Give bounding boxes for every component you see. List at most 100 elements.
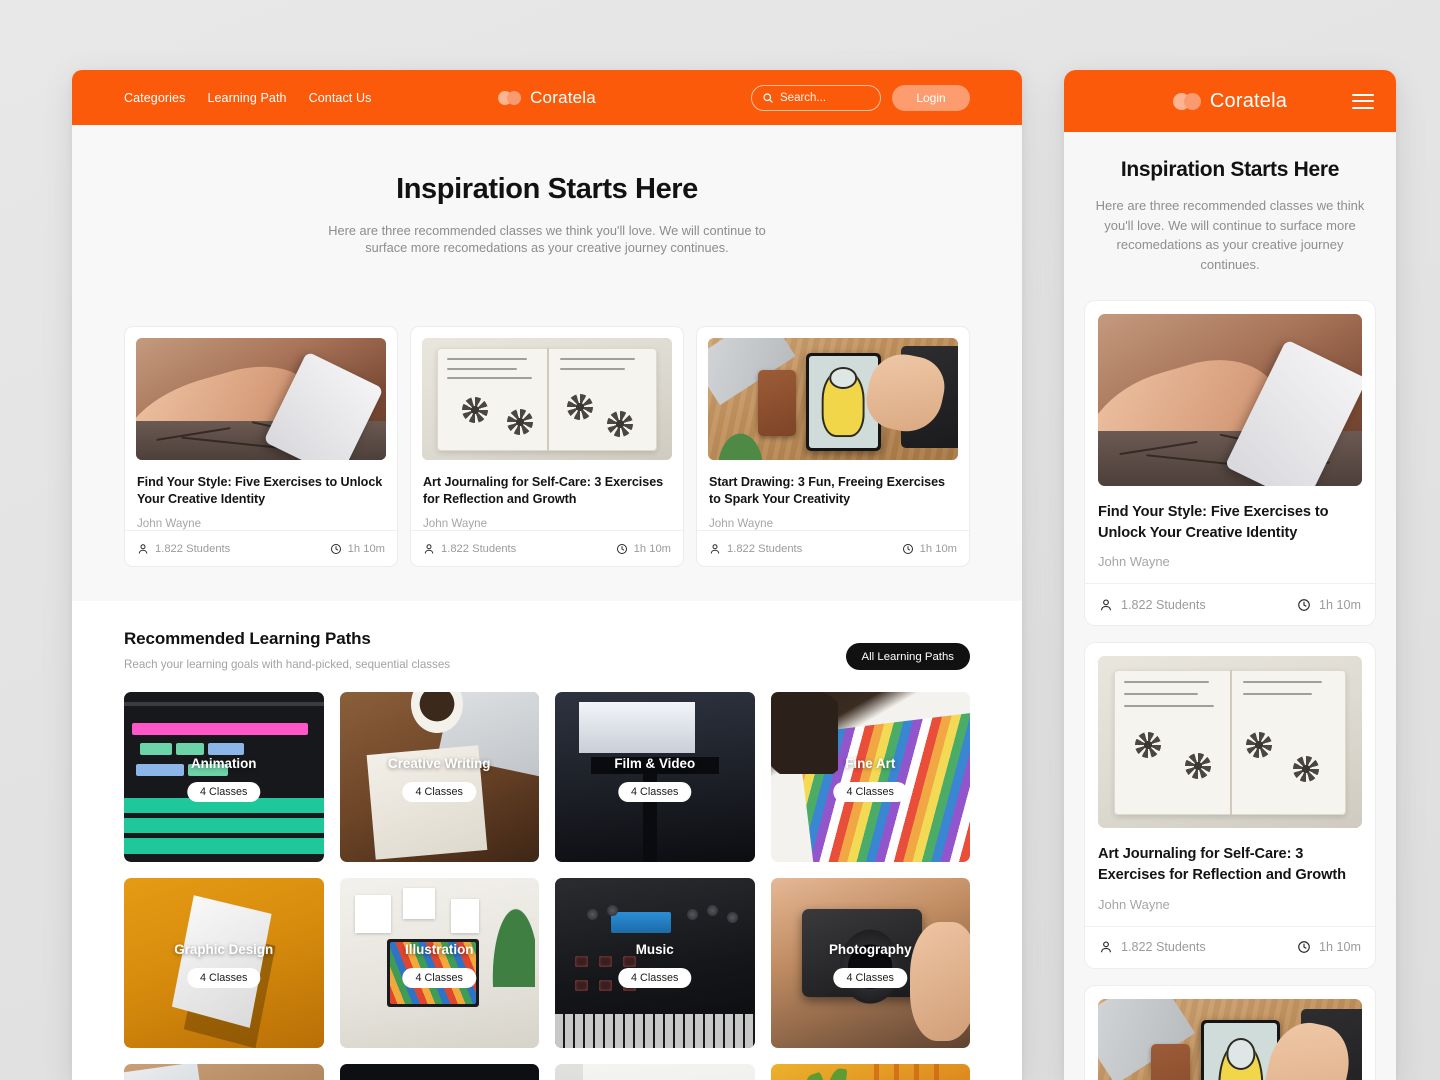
- desktop-browser-frame: Categories Learning Path Contact Us Cora…: [72, 70, 1022, 1080]
- class-card-meta: 1.822 Students 1h 10m: [125, 530, 397, 566]
- learning-path-grid: Animation 4 Classes Creative Writing 4 C…: [124, 692, 970, 1080]
- students-count: 1.822 Students: [1099, 940, 1206, 954]
- mobile-class-card-title: Art Journaling for Self-Care: 3 Exercise…: [1098, 846, 1346, 884]
- hamburger-menu-icon[interactable]: [1352, 93, 1374, 109]
- mobile-hero-section: Inspiration Starts Here Here are three r…: [1064, 132, 1396, 274]
- duration: 1h 10m: [330, 543, 385, 555]
- duration: 1h 10m: [1297, 940, 1361, 954]
- class-card-meta: 1.822 Students 1h 10m: [411, 530, 683, 566]
- students-count: 1.822 Students: [137, 543, 230, 555]
- person-icon: [1101, 599, 1111, 611]
- tile-label: Animation: [191, 756, 257, 772]
- learning-path-tile-graphic-design[interactable]: Graphic Design 4 Classes: [124, 878, 324, 1049]
- duration: 1h 10m: [1297, 598, 1361, 612]
- header-actions: Login: [751, 84, 970, 111]
- mobile-class-card-author: John Wayne: [1098, 554, 1170, 570]
- learning-path-tile-creative-writing[interactable]: Creative Writing 4 Classes: [339, 692, 539, 863]
- search-icon: [763, 92, 773, 103]
- mobile-class-card[interactable]: Find Your Style: Five Exercises to Unloc…: [1084, 300, 1376, 627]
- mobile-brand-name: Coratela: [1209, 89, 1288, 112]
- nav-item-learning-path[interactable]: Learning Path: [207, 91, 286, 105]
- all-learning-paths-button[interactable]: All Learning Paths: [845, 643, 970, 671]
- duration: 1h 10m: [616, 543, 671, 555]
- class-card[interactable]: Art Journaling for Self-Care: 3 Exercise…: [410, 326, 684, 568]
- tile-label: Creative Writing: [388, 756, 491, 772]
- tile-class-count: 4 Classes: [402, 968, 476, 989]
- learning-paths-section: Recommended Learning Paths Reach your le…: [72, 601, 1022, 1080]
- class-card-image: [708, 338, 958, 461]
- learning-path-tile-partial[interactable]: [124, 1064, 324, 1080]
- mobile-class-card[interactable]: Art Journaling for Self-Care: 3 Exercise…: [1084, 642, 1376, 969]
- learning-path-tile-animation[interactable]: Animation 4 Classes: [124, 692, 324, 863]
- tile-class-count: 4 Classes: [618, 968, 692, 989]
- learning-path-tile-partial[interactable]: [770, 1064, 970, 1080]
- learning-path-tile-photography[interactable]: Photography 4 Classes: [770, 878, 970, 1049]
- tile-class-count: 4 Classes: [187, 782, 261, 803]
- clock-icon: [1298, 599, 1310, 611]
- class-card[interactable]: Start Drawing: 3 Fun, Freeing Exercises …: [696, 326, 970, 568]
- mobile-class-card-meta: 1.822 Students 1h 10m: [1085, 925, 1375, 968]
- students-label: 1.822 Students: [1121, 940, 1206, 955]
- logo-circles-icon: [1172, 92, 1201, 110]
- login-button[interactable]: Login: [892, 84, 970, 111]
- desk-ipad-astronaut-photo: [1098, 998, 1362, 1080]
- clock-icon: [902, 543, 913, 554]
- duration-label: 1h 10m: [1318, 597, 1361, 612]
- nav-item-categories[interactable]: Categories: [124, 91, 185, 105]
- class-card[interactable]: Find Your Style: Five Exercises to Unloc…: [124, 326, 398, 568]
- tile-class-count: 4 Classes: [833, 968, 907, 989]
- learning-path-tile-partial[interactable]: [339, 1064, 539, 1080]
- brand-name: Coratela: [530, 87, 596, 107]
- learning-path-tile-music[interactable]: Music 4 Classes: [555, 878, 755, 1049]
- hero-section: Inspiration Starts Here Here are three r…: [72, 125, 1022, 303]
- class-card-image: [422, 338, 672, 461]
- students-count: 1.822 Students: [423, 543, 516, 555]
- mobile-class-card[interactable]: Start Drawing: 3 Fun, Freeing Exercises …: [1084, 984, 1376, 1080]
- mobile-brand-logo[interactable]: Coratela: [1172, 89, 1288, 113]
- students-label: 1.822 Students: [155, 542, 231, 555]
- section-title: Recommended Learning Paths: [124, 629, 371, 649]
- class-card-title: Find Your Style: Five Exercises to Unloc…: [137, 475, 383, 507]
- search-box[interactable]: [751, 84, 881, 111]
- mobile-class-card-image: [1098, 314, 1362, 486]
- hand-drawing-on-tablet-photo: [136, 338, 386, 461]
- sketchbook-flower-journal-photo: [1098, 656, 1362, 829]
- tile-label: Fine Art: [845, 756, 896, 772]
- mobile-preview-frame: Coratela Inspiration Starts Here Here ar…: [1064, 70, 1396, 1080]
- duration: 1h 10m: [902, 543, 957, 555]
- duration-label: 1h 10m: [1318, 940, 1361, 955]
- tile-class-count: 4 Classes: [402, 782, 476, 803]
- search-input[interactable]: [780, 91, 870, 104]
- person-icon: [710, 544, 720, 554]
- learning-path-tile-film-video[interactable]: Film & Video 4 Classes: [555, 692, 755, 863]
- learning-path-tile-fine-art[interactable]: Fine Art 4 Classes: [770, 692, 970, 863]
- duration-label: 1h 10m: [633, 542, 671, 555]
- desk-ipad-astronaut-photo: [708, 338, 958, 461]
- class-card-author: John Wayne: [137, 517, 202, 531]
- learning-path-tile-illustration[interactable]: Illustration 4 Classes: [339, 878, 539, 1049]
- class-card-image: [136, 338, 386, 461]
- mobile-header: Coratela: [1064, 70, 1396, 132]
- tile-class-count: 4 Classes: [618, 782, 692, 803]
- tile-label: Film & Video: [614, 756, 696, 772]
- students-count: 1.822 Students: [1099, 598, 1206, 612]
- duration-label: 1h 10m: [347, 542, 385, 555]
- class-card-meta: 1.822 Students 1h 10m: [697, 530, 969, 566]
- clock-icon: [330, 543, 341, 554]
- class-card-title: Art Journaling for Self-Care: 3 Exercise…: [423, 475, 664, 507]
- mobile-class-card-author: John Wayne: [1098, 896, 1170, 912]
- desktop-header: Categories Learning Path Contact Us Cora…: [72, 70, 1022, 125]
- clock-icon: [616, 543, 627, 554]
- duration-label: 1h 10m: [919, 542, 957, 555]
- learning-path-tile-partial[interactable]: [555, 1064, 755, 1080]
- mobile-page-title: Inspiration Starts Here: [1120, 158, 1340, 181]
- class-card-author: John Wayne: [709, 517, 774, 531]
- recommended-class-list: Find Your Style: Five Exercises to Unloc…: [72, 302, 1022, 602]
- class-card-author: John Wayne: [423, 517, 488, 531]
- brand-logo[interactable]: Coratela: [498, 88, 596, 108]
- tile-label: Illustration: [405, 942, 474, 958]
- mobile-class-card-title: Find Your Style: Five Exercises to Unloc…: [1098, 504, 1329, 541]
- nav-item-contact-us[interactable]: Contact Us: [309, 91, 372, 105]
- tile-class-count: 4 Classes: [833, 782, 907, 803]
- logo-circles-icon: [498, 90, 522, 105]
